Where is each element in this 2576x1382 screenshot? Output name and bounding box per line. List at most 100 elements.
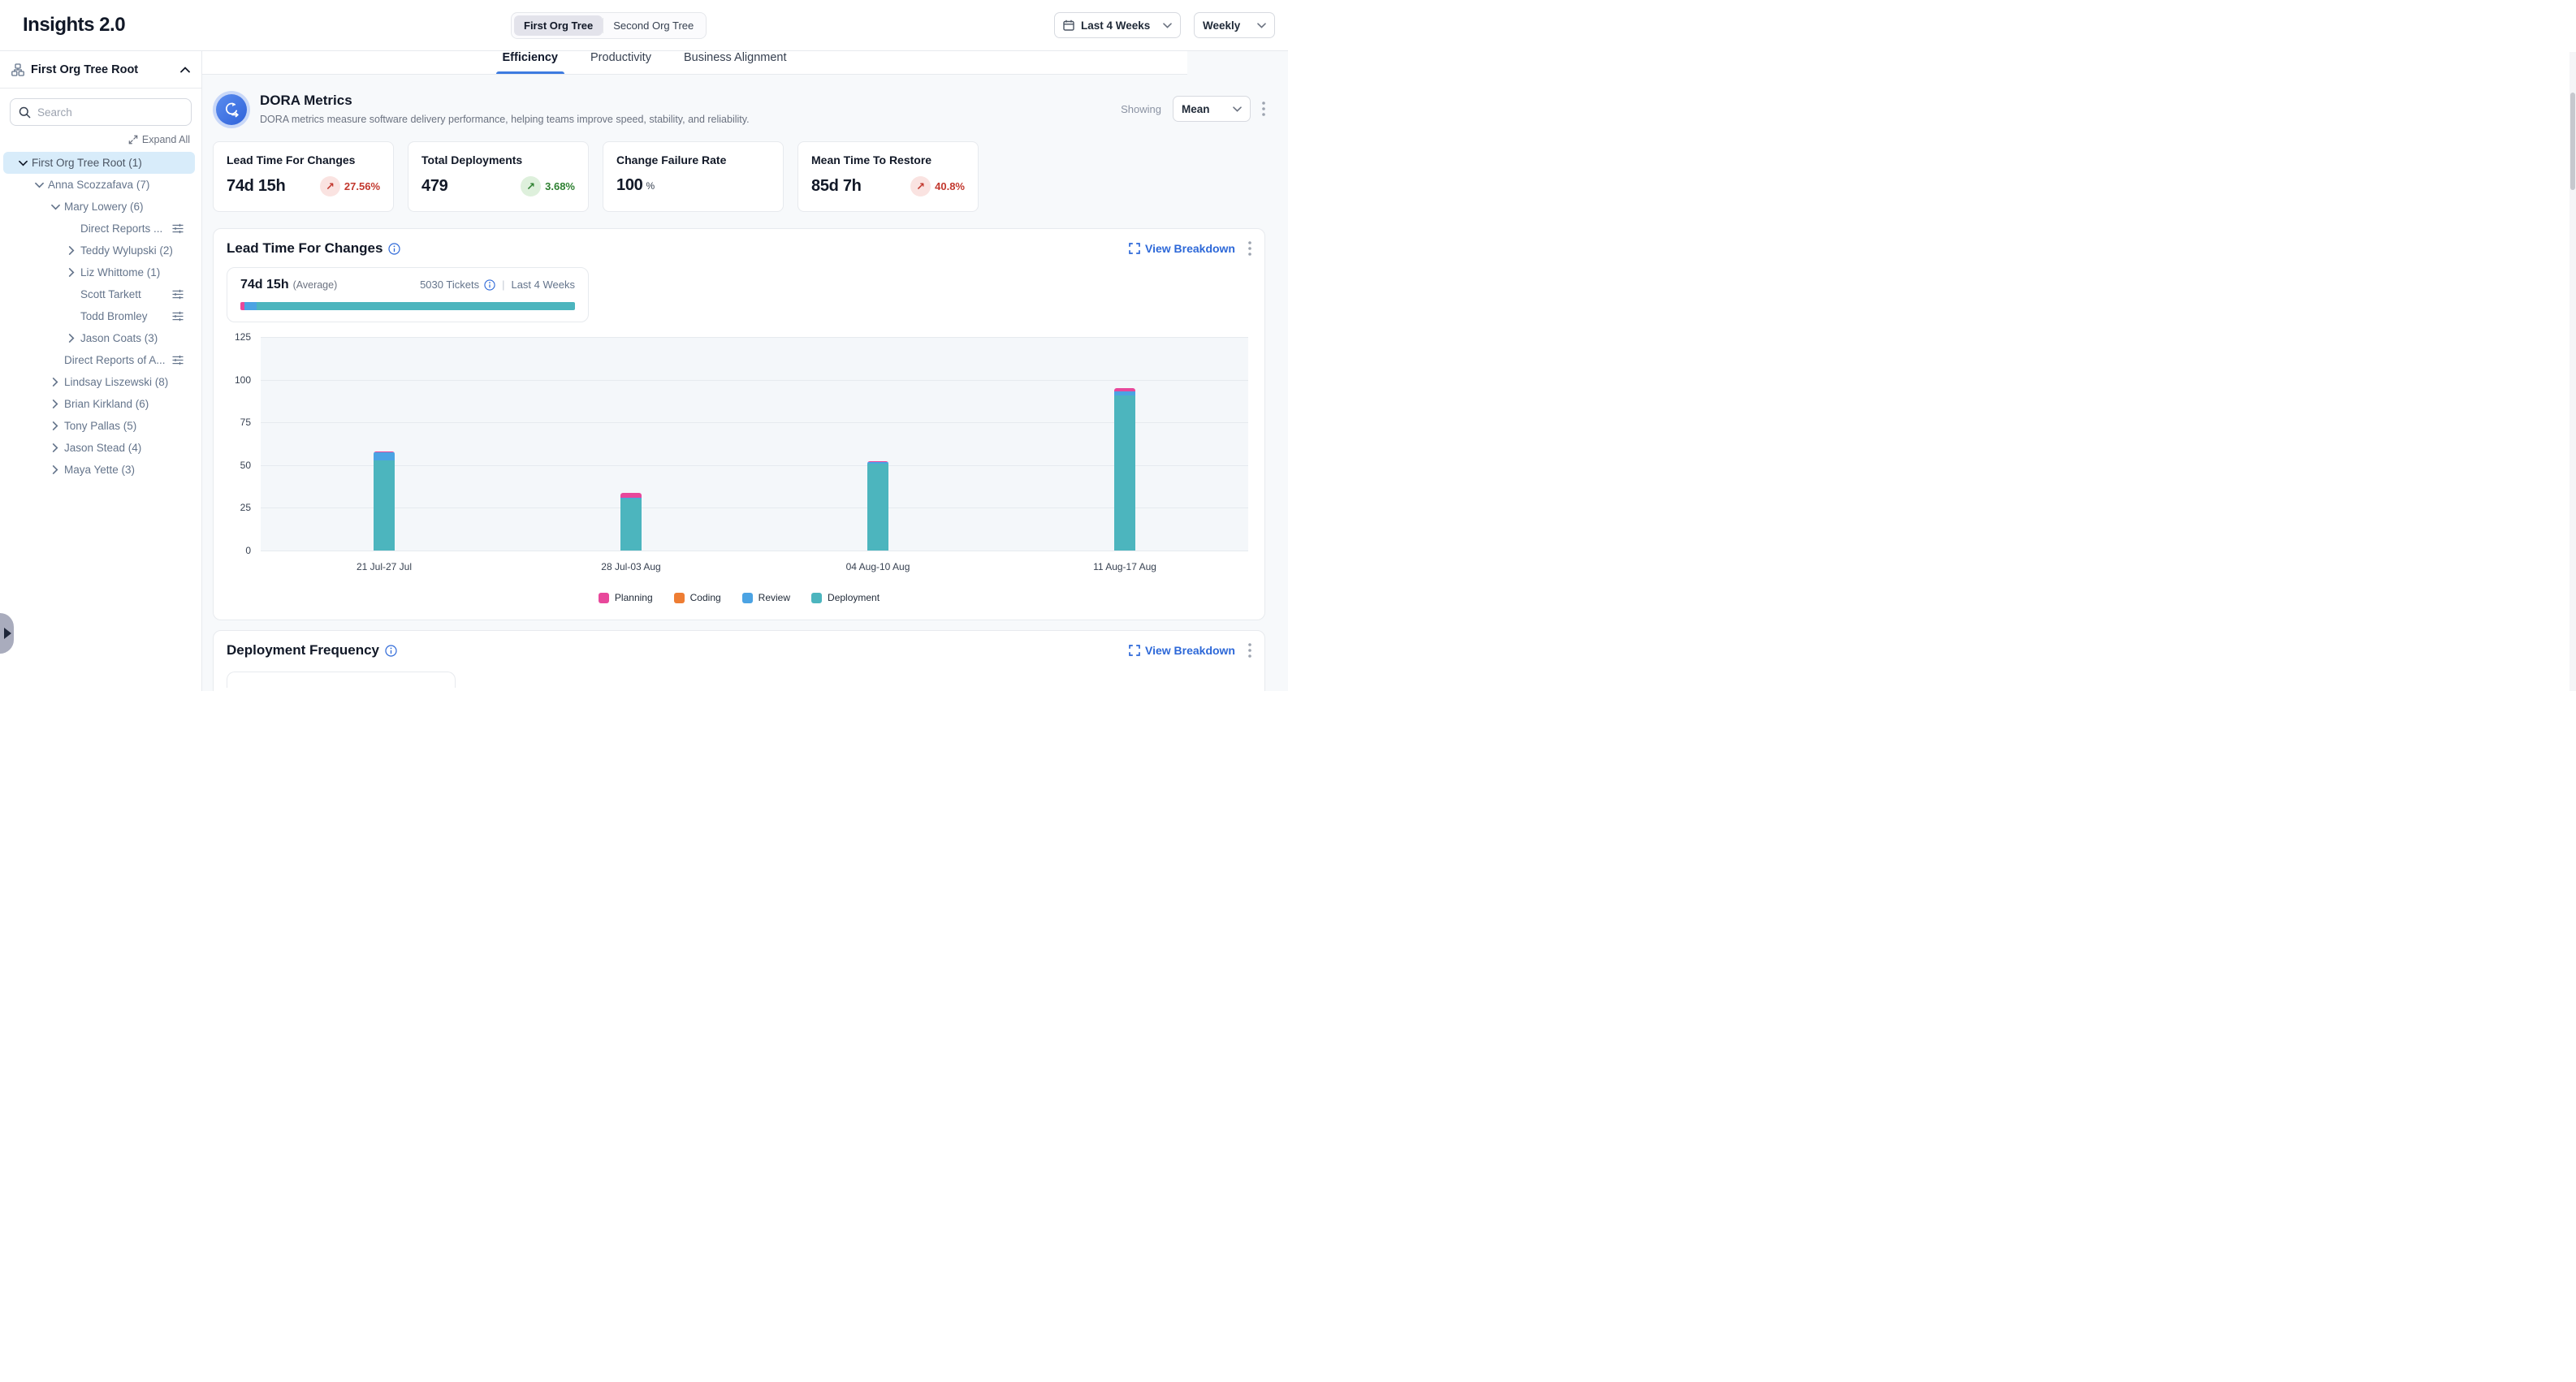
tree-item[interactable]: Tony Pallas (5) xyxy=(3,415,195,437)
chevron-right-icon[interactable] xyxy=(50,465,61,474)
tab-business-alignment[interactable]: Business Alignment xyxy=(682,51,789,74)
chevron-right-icon[interactable] xyxy=(66,268,77,277)
tree-item[interactable]: Scott Tarkett xyxy=(3,283,195,305)
legend-swatch xyxy=(599,593,609,603)
summary-range: Last 4 Weeks xyxy=(511,279,575,291)
chevron-down-icon[interactable] xyxy=(17,160,28,166)
metric-value: 100 xyxy=(616,176,642,195)
org-toggle-option-second-org-tree[interactable]: Second Org Tree xyxy=(603,15,703,36)
chevron-down-icon xyxy=(1163,23,1172,28)
tree-item-label: Jason Coats (3) xyxy=(80,332,158,344)
metric-delta: 3.68% xyxy=(545,180,575,192)
info-icon[interactable] xyxy=(388,243,400,255)
summary-suffix: (Average) xyxy=(293,279,338,291)
kebab-menu-icon[interactable] xyxy=(1262,101,1265,116)
legend-label: Deployment xyxy=(828,592,880,603)
chevron-down-icon[interactable] xyxy=(33,182,45,188)
org-tree-root-header[interactable]: First Org Tree Root xyxy=(0,51,201,89)
legend-item-planning[interactable]: Planning xyxy=(599,592,653,603)
filter-sliders-icon[interactable] xyxy=(172,223,184,234)
tree-item[interactable]: Liz Whittome (1) xyxy=(3,261,195,283)
bar-stack-1 xyxy=(374,451,395,551)
granularity-select[interactable]: Weekly xyxy=(1194,12,1275,38)
y-tick-label: 125 xyxy=(235,331,251,343)
tree-item[interactable]: Todd Bromley xyxy=(3,305,195,327)
chevron-down-icon[interactable] xyxy=(50,204,61,210)
lead-time-chart: 0255075100125 21 Jul-27 Jul28 Jul-03 Aug… xyxy=(227,337,1251,581)
granularity-value: Weekly xyxy=(1203,19,1240,32)
legend-swatch xyxy=(674,593,685,603)
org-tree: First Org Tree Root (1) Anna Scozzafava (… xyxy=(0,150,201,481)
metric-value: 85d 7h xyxy=(811,177,862,196)
view-breakdown-link[interactable]: View Breakdown xyxy=(1129,644,1235,657)
tree-item[interactable]: Brian Kirkland (6) xyxy=(3,393,195,415)
tree-item-label: Mary Lowery (6) xyxy=(64,201,144,213)
kebab-menu-icon[interactable] xyxy=(1248,241,1251,256)
bar-segment-deployment xyxy=(1114,395,1135,551)
app-title: Insights 2.0 xyxy=(23,14,125,37)
filter-sliders-icon[interactable] xyxy=(172,311,184,322)
x-tick-label: 11 Aug-17 Aug xyxy=(1093,561,1156,572)
filter-sliders-icon[interactable] xyxy=(172,355,184,365)
info-icon[interactable] xyxy=(385,645,397,657)
dora-title: DORA Metrics xyxy=(260,93,750,109)
tree-item-label: Anna Scozzafava (7) xyxy=(48,179,149,191)
tickets-count: 5030 Tickets xyxy=(420,279,479,291)
tree-item[interactable]: Mary Lowery (6) xyxy=(3,196,195,218)
bar-stack-4 xyxy=(1114,388,1135,551)
date-range-select[interactable]: Last 4 Weeks xyxy=(1054,12,1181,38)
legend-label: Planning xyxy=(615,592,653,603)
main-area: Efficiency Productivity Business Alignment… xyxy=(202,51,1288,691)
legend-item-deployment[interactable]: Deployment xyxy=(811,592,880,603)
tab-bar: Efficiency Productivity Business Alignment xyxy=(202,51,1187,75)
metric-title: Change Failure Rate xyxy=(616,153,770,166)
chevron-right-icon xyxy=(4,628,11,639)
chevron-right-icon[interactable] xyxy=(50,443,61,452)
dora-cycle-icon xyxy=(213,91,250,128)
tree-item[interactable]: Jason Stead (4) xyxy=(3,437,195,459)
tab-productivity[interactable]: Productivity xyxy=(589,51,653,74)
search-field xyxy=(10,98,192,126)
header-controls: Last 4 Weeks Weekly xyxy=(1054,12,1275,38)
legend-item-coding[interactable]: Coding xyxy=(674,592,721,603)
chevron-up-icon[interactable] xyxy=(180,67,190,73)
chevron-right-icon[interactable] xyxy=(50,399,61,408)
org-tree-root-label: First Org Tree Root xyxy=(31,63,174,76)
chevron-right-icon[interactable] xyxy=(50,378,61,387)
tree-item-label: Liz Whittome (1) xyxy=(80,266,160,279)
bar-segment-review xyxy=(374,452,395,460)
gridline xyxy=(261,337,1248,338)
filter-sliders-icon[interactable] xyxy=(172,289,184,300)
search-input[interactable] xyxy=(37,106,183,119)
x-tick-label: 04 Aug-10 Aug xyxy=(846,561,910,572)
breakdown-expand-icon xyxy=(1129,243,1140,254)
tab-efficiency[interactable]: Efficiency xyxy=(501,51,560,74)
org-toggle-option-first-org-tree[interactable]: First Org Tree xyxy=(514,15,603,36)
aggregation-select[interactable]: Mean xyxy=(1173,96,1251,122)
tree-item[interactable]: Direct Reports ... xyxy=(3,218,195,240)
kebab-menu-icon[interactable] xyxy=(1248,643,1251,658)
chevron-right-icon[interactable] xyxy=(66,334,77,343)
tree-item[interactable]: Maya Yette (3) xyxy=(3,459,195,481)
aggregation-value: Mean xyxy=(1182,103,1210,115)
tree-item[interactable]: Anna Scozzafava (7) xyxy=(3,174,195,196)
legend-item-review[interactable]: Review xyxy=(742,592,790,603)
tree-item[interactable]: Teddy Wylupski (2) xyxy=(3,240,195,261)
chevron-right-icon[interactable] xyxy=(66,246,77,255)
tree-item[interactable]: Direct Reports of A... xyxy=(3,349,195,371)
y-tick-label: 50 xyxy=(240,460,251,471)
tree-item[interactable]: First Org Tree Root (1) xyxy=(3,152,195,174)
view-breakdown-link[interactable]: View Breakdown xyxy=(1129,242,1235,255)
tree-item-label: Direct Reports of A... xyxy=(64,354,166,366)
legend-swatch xyxy=(742,593,753,603)
sidebar: First Org Tree Root Expand All First Org… xyxy=(0,51,202,691)
tree-item[interactable]: Jason Coats (3) xyxy=(3,327,195,349)
info-icon[interactable] xyxy=(484,279,495,291)
chevron-right-icon[interactable] xyxy=(50,421,61,430)
metric-card-mean-time-to-restore: Mean Time To Restore85d 7h↗40.8% xyxy=(797,141,979,212)
separator: | xyxy=(502,279,504,291)
tree-item[interactable]: Lindsay Liszewski (8) xyxy=(3,371,195,393)
deployment-frequency-panel: Deployment Frequency View Breakdown xyxy=(213,630,1265,691)
expand-all-button[interactable]: Expand All xyxy=(128,134,190,145)
tree-item-label: Direct Reports ... xyxy=(80,222,162,235)
